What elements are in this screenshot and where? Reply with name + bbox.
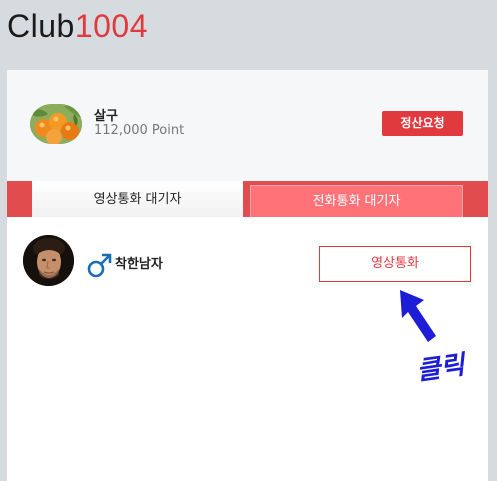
logo[interactable]: Club1004: [7, 8, 148, 44]
profile-points: 112,000 Point: [94, 123, 185, 138]
logo-number: 1004: [74, 8, 148, 44]
profile-avatar: [30, 104, 82, 144]
main-card: 살구 112,000 Point 정산요청 영상통화 대기자 전화통화 대기자: [7, 70, 488, 481]
list-item: 착한남자 영상통화: [7, 217, 488, 287]
video-call-button[interactable]: 영상통화: [319, 246, 471, 282]
user-name: 착한남자: [115, 257, 163, 272]
tab-bar: 영상통화 대기자 전화통화 대기자: [7, 181, 488, 217]
tab-video-call-waiting[interactable]: 영상통화 대기자: [32, 181, 243, 217]
male-icon: [87, 253, 112, 278]
settlement-request-button[interactable]: 정산요청: [382, 111, 463, 136]
profile-panel: 살구 112,000 Point 정산요청: [7, 70, 488, 181]
logo-text: Club: [7, 8, 75, 44]
avatar[interactable]: [23, 235, 74, 286]
arrow-up-left-icon: [400, 290, 436, 342]
click-annotation: 클릭: [414, 350, 467, 387]
profile-name: 살구: [94, 109, 118, 124]
tab-phone-call-waiting[interactable]: 전화통화 대기자: [250, 185, 463, 217]
